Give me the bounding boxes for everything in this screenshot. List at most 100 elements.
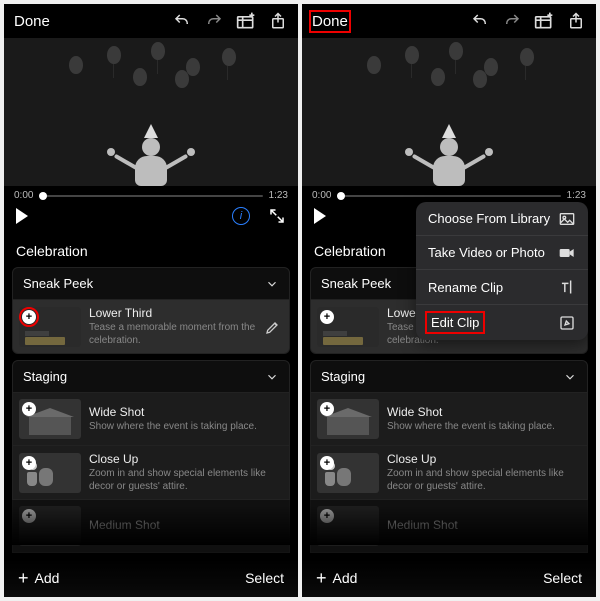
add-media-icon[interactable]	[534, 11, 554, 31]
info-icon[interactable]: i	[232, 207, 250, 225]
add-label: Add	[35, 570, 60, 586]
clip-lower-third[interactable]: + Lower Third Tease a memorable moment f…	[12, 300, 290, 354]
group-header-staging[interactable]: Staging	[310, 360, 588, 393]
plus-icon: +	[18, 569, 29, 587]
add-clip-icon[interactable]: +	[320, 310, 334, 324]
clip-close-up[interactable]: + Close Up Zoom in and show special elem…	[310, 446, 588, 500]
scrubber-track[interactable]	[337, 195, 560, 197]
time-total: 1:23	[567, 190, 586, 201]
share-icon[interactable]	[566, 11, 586, 31]
scrubber-track[interactable]	[39, 195, 262, 197]
play-button[interactable]	[314, 208, 326, 224]
preview-figure	[135, 124, 167, 186]
playback-controls: i	[4, 203, 298, 233]
edit-square-icon	[558, 315, 576, 331]
add-clip-icon[interactable]: +	[22, 509, 36, 523]
add-label: Add	[333, 570, 358, 586]
plus-icon: +	[316, 569, 327, 587]
group-header-staging[interactable]: Staging	[12, 360, 290, 393]
clip-thumbnail: +	[317, 506, 379, 546]
add-clip-icon[interactable]: +	[320, 402, 334, 416]
done-button[interactable]: Done	[14, 13, 50, 30]
menu-take-video[interactable]: Take Video or Photo	[416, 236, 588, 270]
menu-label: Choose From Library	[428, 211, 550, 226]
add-clip-icon[interactable]: +	[320, 509, 334, 523]
menu-label: Edit Clip	[428, 314, 482, 331]
clip-desc: Show where the event is taking place.	[387, 421, 581, 434]
topbar-actions	[172, 11, 288, 31]
select-button[interactable]: Select	[245, 570, 284, 586]
edit-pencil-icon[interactable]	[265, 319, 283, 335]
clip-desc: Tease a memorable moment from the celebr…	[89, 322, 257, 347]
clip-thumbnail: +	[19, 399, 81, 439]
photo-icon	[558, 212, 576, 226]
time-total: 1:23	[269, 190, 288, 201]
video-preview[interactable]	[302, 38, 596, 186]
redo-icon[interactable]	[204, 11, 224, 31]
clip-info: Close Up Zoom in and show special elemen…	[387, 452, 581, 493]
chevron-down-icon	[563, 370, 577, 384]
clip-title: Close Up	[387, 452, 581, 466]
preview-figure	[433, 124, 465, 186]
clip-thumbnail: +	[19, 307, 81, 347]
menu-edit-clip[interactable]: Edit Clip	[416, 305, 588, 340]
clip-info: Close Up Zoom in and show special elemen…	[89, 452, 283, 493]
add-clip-icon[interactable]: +	[22, 402, 36, 416]
topbar: Done	[302, 4, 596, 38]
clip-medium-shot[interactable]: + Medium Shot	[310, 500, 588, 553]
scrubber[interactable]: 0:00 1:23	[302, 186, 596, 203]
clip-title: Lower Third	[89, 306, 257, 320]
clip-wide-shot[interactable]: + Wide Shot Show where the event is taki…	[12, 393, 290, 446]
clip-info: Lower Third Tease a memorable moment fro…	[89, 306, 257, 347]
clip-thumbnail: +	[317, 453, 379, 493]
clip-thumbnail: +	[317, 399, 379, 439]
topbar: Done	[4, 4, 298, 38]
video-preview[interactable]	[4, 38, 298, 186]
clip-title: Wide Shot	[89, 405, 283, 419]
add-clip-icon[interactable]: +	[22, 310, 36, 324]
add-button[interactable]: + Add	[18, 569, 59, 587]
undo-icon[interactable]	[470, 11, 490, 31]
time-current: 0:00	[312, 190, 331, 201]
group-staging: Staging + Wide Shot Show where the event…	[4, 360, 298, 553]
add-clip-icon[interactable]: +	[22, 456, 36, 470]
group-title: Sneak Peek	[321, 276, 391, 291]
share-icon[interactable]	[268, 11, 288, 31]
redo-icon[interactable]	[502, 11, 522, 31]
clip-context-menu: Choose From Library Take Video or Photo …	[416, 202, 588, 340]
fullscreen-icon[interactable]	[268, 207, 286, 225]
group-sneak-peek: Sneak Peek + Lower Third Tease a memorab…	[4, 267, 298, 354]
clip-desc: Zoom in and show special elements like d…	[387, 468, 581, 493]
menu-rename-clip[interactable]: Rename Clip	[416, 270, 588, 305]
clip-title: Medium Shot	[89, 518, 283, 532]
add-clip-icon[interactable]: +	[320, 456, 334, 470]
section-title: Celebration	[4, 233, 298, 267]
clip-wide-shot[interactable]: + Wide Shot Show where the event is taki…	[310, 393, 588, 446]
select-button[interactable]: Select	[543, 570, 582, 586]
clip-title: Wide Shot	[387, 405, 581, 419]
clip-title: Medium Shot	[387, 518, 581, 532]
bottom-bar: + Add Select	[302, 559, 596, 597]
group-staging: Staging + Wide Shot Show where the event…	[302, 360, 596, 553]
done-button[interactable]: Done	[312, 13, 348, 30]
clip-thumbnail: +	[317, 307, 379, 347]
scrubber[interactable]: 0:00 1:23	[4, 186, 298, 203]
clip-desc: Zoom in and show special elements like d…	[89, 468, 283, 493]
clip-info: Wide Shot Show where the event is taking…	[89, 405, 283, 434]
bottom-bar: + Add Select	[4, 559, 298, 597]
group-header-sneak[interactable]: Sneak Peek	[12, 267, 290, 300]
menu-choose-library[interactable]: Choose From Library	[416, 202, 588, 236]
clip-medium-shot[interactable]: + Medium Shot	[12, 500, 290, 553]
group-title: Sneak Peek	[23, 276, 93, 291]
time-current: 0:00	[14, 190, 33, 201]
chevron-down-icon	[265, 370, 279, 384]
clip-thumbnail: +	[19, 453, 81, 493]
undo-icon[interactable]	[172, 11, 192, 31]
add-button[interactable]: + Add	[316, 569, 357, 587]
add-media-icon[interactable]	[236, 11, 256, 31]
clip-info: Medium Shot	[387, 518, 581, 534]
play-button[interactable]	[16, 208, 28, 224]
clip-thumbnail: +	[19, 506, 81, 546]
clip-close-up[interactable]: + Close Up Zoom in and show special elem…	[12, 446, 290, 500]
chevron-down-icon	[265, 277, 279, 291]
